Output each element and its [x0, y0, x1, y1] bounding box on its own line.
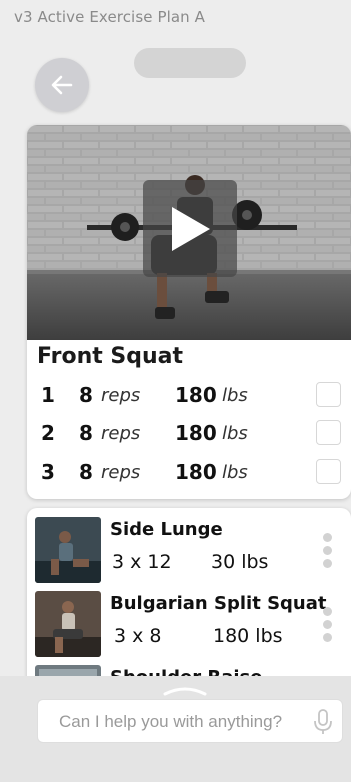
kebab-menu-icon[interactable]: [323, 607, 333, 647]
list-item[interactable]: Bulgarian Split Squat 3 x 8 180 lbs: [27, 591, 351, 661]
set-number: 2: [41, 421, 55, 445]
weight-unit: lbs: [222, 385, 248, 406]
reps-value: 8: [79, 421, 93, 445]
chevron-up-icon[interactable]: [162, 686, 208, 696]
microphone-icon[interactable]: [312, 708, 334, 736]
arrow-left-icon: [51, 75, 73, 95]
play-button[interactable]: [143, 180, 237, 277]
exercise-thumbnail: [35, 517, 101, 583]
weight-value: 180: [175, 460, 217, 484]
current-exercise-card: Front Squat 1 8 reps 180 lbs 2 8 reps 18…: [27, 125, 351, 499]
exercise-weight: 180 lbs: [213, 625, 283, 647]
reps-unit: reps: [101, 462, 141, 483]
weight-unit: lbs: [222, 462, 248, 483]
exercise-thumbnail: [35, 591, 101, 657]
window-title: v3 Active Exercise Plan A: [14, 8, 205, 26]
exercise-name: Bulgarian Split Squat: [110, 593, 327, 614]
back-button[interactable]: [35, 58, 89, 112]
set-number: 1: [41, 383, 55, 407]
set-number: 3: [41, 460, 55, 484]
sets-reps: 3 x 12: [112, 551, 172, 573]
exercise-name: Side Lunge: [110, 519, 223, 540]
reps-unit: reps: [101, 423, 141, 444]
reps-value: 8: [79, 460, 93, 484]
set-row: 3 8 reps 180 lbs: [27, 456, 351, 492]
weight-value: 180: [175, 421, 217, 445]
exercise-name: Front Squat: [37, 344, 184, 369]
exercise-video[interactable]: [27, 125, 351, 340]
reps-unit: reps: [101, 385, 141, 406]
assistant-chat-field: [37, 699, 343, 744]
set-row: 2 8 reps 180 lbs: [27, 417, 351, 453]
list-item[interactable]: Side Lunge 3 x 12 30 lbs: [27, 517, 351, 587]
sets-reps: 3 x 8: [114, 625, 162, 647]
drag-handle-pill[interactable]: [134, 48, 246, 78]
kebab-menu-icon[interactable]: [323, 533, 333, 573]
set-complete-checkbox[interactable]: [316, 459, 341, 484]
assistant-input[interactable]: [38, 700, 321, 744]
weight-value: 180: [175, 383, 217, 407]
exercise-weight: 30 lbs: [211, 551, 269, 573]
set-row: 1 8 reps 180 lbs: [27, 379, 351, 415]
play-icon: [172, 206, 210, 251]
weight-unit: lbs: [222, 423, 248, 444]
set-complete-checkbox[interactable]: [316, 382, 341, 407]
reps-value: 8: [79, 383, 93, 407]
set-complete-checkbox[interactable]: [316, 420, 341, 445]
